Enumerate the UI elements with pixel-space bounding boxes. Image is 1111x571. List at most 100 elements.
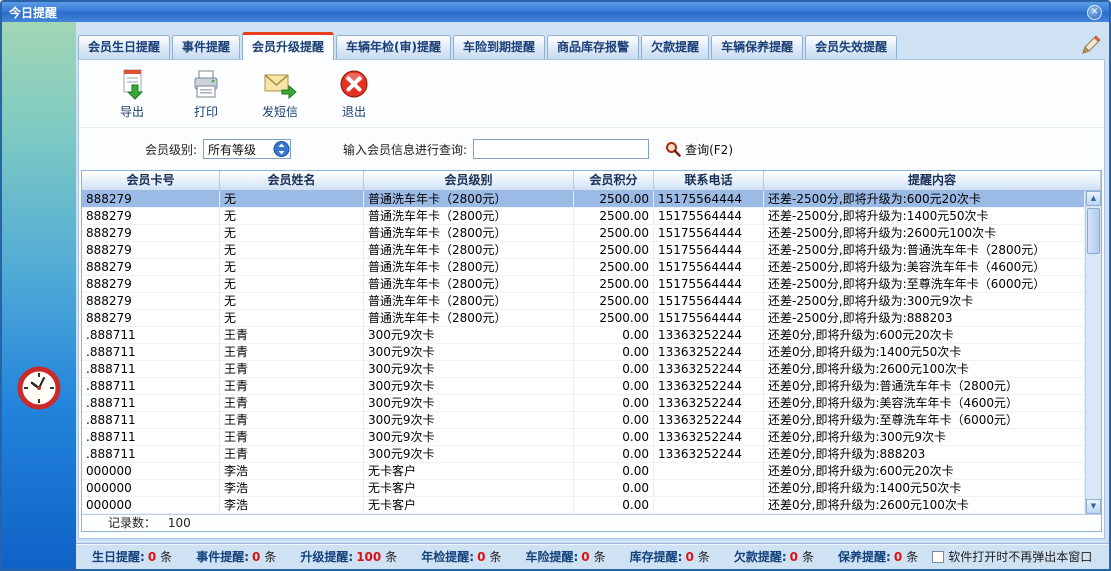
table-row[interactable]: .888711王青300元9次卡0.0013363252244还差0分,即将升级…: [82, 395, 1085, 412]
table-body: 888279无普通洗车年卡（2800元）2500.0015175564444还差…: [82, 191, 1085, 514]
tab-2[interactable]: 事件提醒: [172, 35, 240, 59]
table-row[interactable]: 000000李浩无卡客户0.00还差0分,即将升级为:600元20次卡: [82, 463, 1085, 480]
search-button[interactable]: 查询(F2): [665, 141, 733, 158]
tab-7[interactable]: 欠款提醒: [641, 35, 709, 59]
scroll-up-button[interactable]: ▲: [1086, 191, 1101, 206]
column-header[interactable]: 会员级别: [364, 171, 574, 190]
table-cell: 无: [220, 293, 364, 309]
export-button[interactable]: 导出: [103, 67, 161, 120]
tab-8[interactable]: 车辆保养提醒: [711, 35, 803, 59]
table-cell: 13363252244: [654, 412, 764, 428]
table-row[interactable]: 888279无普通洗车年卡（2800元）2500.0015175564444还差…: [82, 208, 1085, 225]
table-row[interactable]: 000000李浩无卡客户0.00还差0分,即将升级为:2600元100次卡: [82, 497, 1085, 514]
table-cell: .888711: [82, 361, 220, 377]
close-button[interactable]: ✕: [1087, 5, 1102, 20]
table-cell: 无: [220, 242, 364, 258]
table-row[interactable]: 888279无普通洗车年卡（2800元）2500.0015175564444还差…: [82, 259, 1085, 276]
table-cell: 0.00: [574, 395, 654, 411]
member-level-label: 会员级别:: [145, 141, 197, 158]
table-cell: 0.00: [574, 463, 654, 479]
member-query-input[interactable]: [473, 139, 649, 159]
scroll-thumb[interactable]: [1087, 208, 1100, 254]
table-cell: 15175564444: [654, 259, 764, 275]
combo-spin-icon[interactable]: [273, 140, 290, 158]
filter-row: 会员级别: 所有等级 输入会员信息进行查询: 查询(F2): [79, 128, 1104, 170]
send-sms-button[interactable]: 发短信: [251, 67, 309, 120]
table-cell: .888711: [82, 429, 220, 445]
table-row[interactable]: .888711王青300元9次卡0.0013363252244还差0分,即将升级…: [82, 327, 1085, 344]
title-bar[interactable]: 今日提醒 ✕: [2, 2, 1109, 22]
table-row[interactable]: 888279无普通洗车年卡（2800元）2500.0015175564444还差…: [82, 191, 1085, 208]
table-cell: 13363252244: [654, 395, 764, 411]
checkbox-icon[interactable]: [932, 551, 944, 563]
table-cell: 无: [220, 191, 364, 207]
status-bar: 生日提醒:0条事件提醒:0条升级提醒:100条年检提醒:0条车险提醒:0条库存提…: [76, 543, 1109, 569]
tab-5[interactable]: 车险到期提醒: [453, 35, 545, 59]
tab-3[interactable]: 会员升级提醒: [242, 32, 334, 60]
table-row[interactable]: 888279无普通洗车年卡（2800元）2500.0015175564444还差…: [82, 293, 1085, 310]
table-cell: 000000: [82, 480, 220, 496]
table-row[interactable]: 888279无普通洗车年卡（2800元）2500.0015175564444还差…: [82, 276, 1085, 293]
table-cell: 888279: [82, 276, 220, 292]
column-header[interactable]: 会员积分: [574, 171, 654, 190]
table-cell: 无: [220, 259, 364, 275]
tab-9[interactable]: 会员失效提醒: [805, 35, 897, 59]
table-cell: 还差0分,即将升级为:888203: [764, 446, 1085, 462]
table-cell: .888711: [82, 378, 220, 394]
table-cell: 2500.00: [574, 259, 654, 275]
table-cell: 888279: [82, 225, 220, 241]
member-level-select[interactable]: 所有等级: [203, 139, 291, 159]
status-item: 事件提醒:0条: [196, 548, 276, 565]
print-icon: [189, 67, 223, 101]
table-cell: 还差-2500分,即将升级为:美容洗车年卡（4600元）: [764, 259, 1085, 275]
print-button[interactable]: 打印: [177, 67, 235, 120]
scroll-down-button[interactable]: ▼: [1086, 499, 1101, 514]
column-header[interactable]: 会员姓名: [220, 171, 364, 190]
column-header[interactable]: 提醒内容: [764, 171, 1101, 190]
table-cell: 0.00: [574, 412, 654, 428]
table-cell: 还差0分,即将升级为:美容洗车年卡（4600元）: [764, 395, 1085, 411]
table-row[interactable]: .888711王青300元9次卡0.0013363252244还差0分,即将升级…: [82, 361, 1085, 378]
table-cell: 无卡客户: [364, 480, 574, 496]
exit-icon: [337, 67, 371, 101]
popup-disable-option[interactable]: 软件打开时不再弹出本窗口: [932, 548, 1092, 565]
table-cell: .888711: [82, 395, 220, 411]
table-cell: 王青: [220, 327, 364, 343]
toolbar: 导出 打印 发短信: [79, 60, 1104, 128]
tab-6[interactable]: 商品库存报警: [547, 35, 639, 59]
column-header[interactable]: 联系电话: [654, 171, 764, 190]
pen-icon[interactable]: [1079, 33, 1103, 57]
tab-bar: 会员生日提醒事件提醒会员升级提醒车辆年检(审)提醒车险到期提醒商品库存报警欠款提…: [78, 31, 1079, 59]
member-upgrade-table: 会员卡号会员姓名会员级别会员积分联系电话提醒内容 888279无普通洗车年卡（2…: [81, 170, 1102, 532]
exit-button[interactable]: 退出: [325, 67, 383, 120]
sms-label: 发短信: [262, 103, 298, 120]
close-icon: ✕: [1091, 7, 1099, 17]
table-cell: 2500.00: [574, 293, 654, 309]
table-row[interactable]: 888279无普通洗车年卡（2800元）2500.0015175564444还差…: [82, 225, 1085, 242]
table-cell: 15175564444: [654, 310, 764, 326]
table-row[interactable]: 888279无普通洗车年卡（2800元）2500.0015175564444还差…: [82, 242, 1085, 259]
tab-1[interactable]: 会员生日提醒: [78, 35, 170, 59]
vertical-scrollbar[interactable]: ▲ ▼: [1085, 191, 1101, 514]
table-cell: 15175564444: [654, 225, 764, 241]
table-row[interactable]: .888711王青300元9次卡0.0013363252244还差0分,即将升级…: [82, 429, 1085, 446]
table-row[interactable]: .888711王青300元9次卡0.0013363252244还差0分,即将升级…: [82, 446, 1085, 463]
table-cell: 0.00: [574, 446, 654, 462]
tab-4[interactable]: 车辆年检(审)提醒: [336, 35, 451, 59]
table-row[interactable]: .888711王青300元9次卡0.0013363252244还差0分,即将升级…: [82, 344, 1085, 361]
status-item: 生日提醒:0条: [92, 548, 172, 565]
table-cell: 还差-2500分,即将升级为:普通洗车年卡（2800元）: [764, 242, 1085, 258]
table-cell: 王青: [220, 395, 364, 411]
table-cell: [654, 480, 764, 496]
table-row[interactable]: .888711王青300元9次卡0.0013363252244还差0分,即将升级…: [82, 378, 1085, 395]
table-cell: 还差0分,即将升级为:2600元100次卡: [764, 361, 1085, 377]
table-cell: 普通洗车年卡（2800元）: [364, 242, 574, 258]
table-cell: 15175564444: [654, 276, 764, 292]
table-cell: .888711: [82, 327, 220, 343]
table-row[interactable]: 888279无普通洗车年卡（2800元）2500.0015175564444还差…: [82, 310, 1085, 327]
column-header[interactable]: 会员卡号: [82, 171, 220, 190]
table-cell: 还差0分,即将升级为:2600元100次卡: [764, 497, 1085, 513]
table-cell: 王青: [220, 412, 364, 428]
table-row[interactable]: .888711王青300元9次卡0.0013363252244还差0分,即将升级…: [82, 412, 1085, 429]
table-row[interactable]: 000000李浩无卡客户0.00还差0分,即将升级为:1400元50次卡: [82, 480, 1085, 497]
